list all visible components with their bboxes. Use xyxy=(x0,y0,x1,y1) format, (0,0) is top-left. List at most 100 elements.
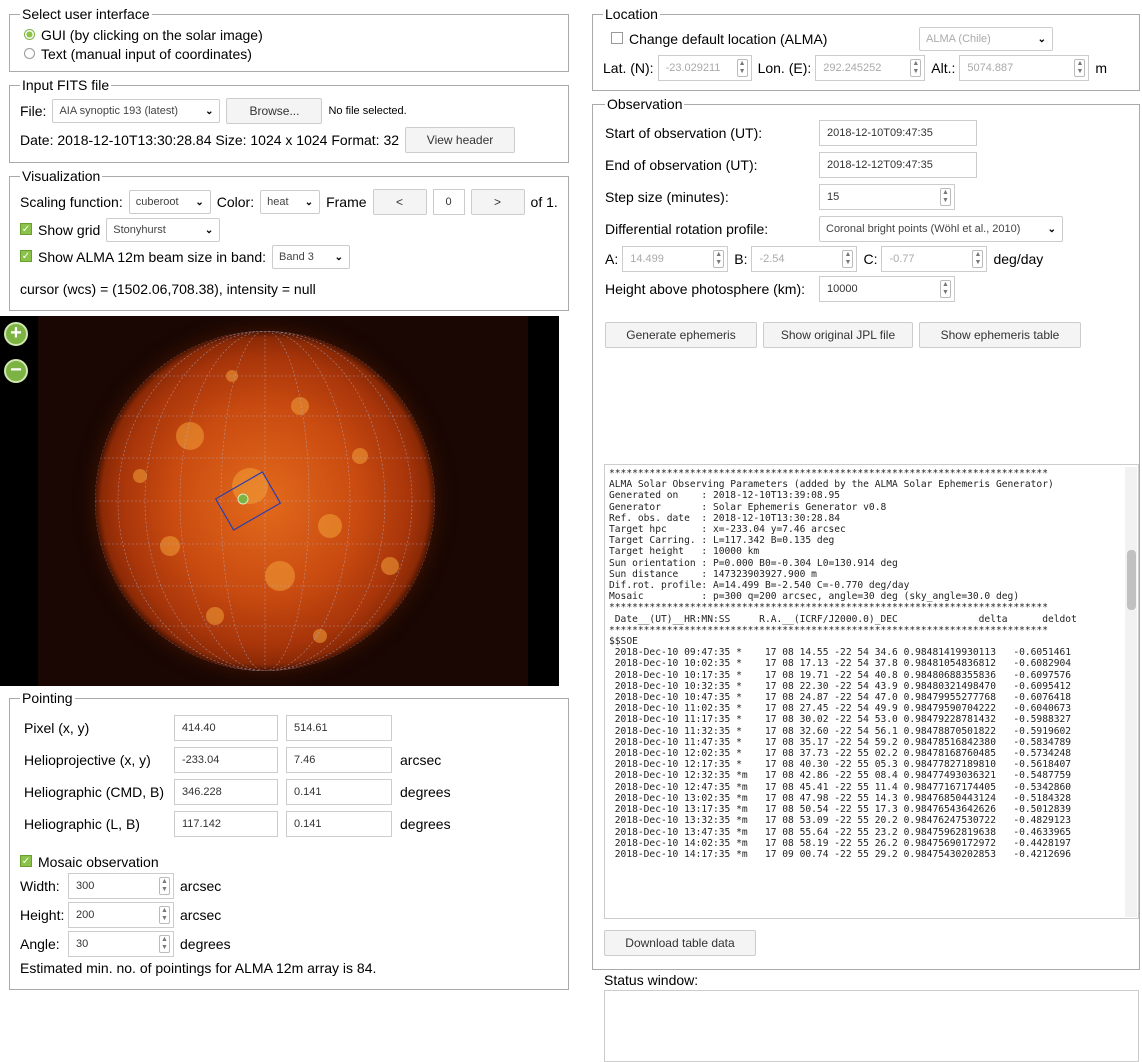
pointing-value-b[interactable]: 0.141 xyxy=(286,811,392,837)
spinner-arrows-icon[interactable]: ▲ ▼ xyxy=(910,59,922,77)
grid-select[interactable]: Stonyhurst ⌄ xyxy=(106,218,221,242)
show-jpl-button[interactable]: Show original JPL file xyxy=(763,322,913,348)
pointing-value-b[interactable]: 7.46 xyxy=(286,747,392,773)
ephemeris-textarea[interactable]: ****************************************… xyxy=(604,464,1139,919)
chevron-down-icon: ⌄ xyxy=(1047,223,1056,235)
height-photosphere-input[interactable]: 10000 ▲ ▼ xyxy=(819,276,955,302)
chevron-down-icon: ⌄ xyxy=(304,196,314,208)
end-input[interactable]: 2018-12-12T09:47:35 xyxy=(819,152,977,178)
color-value: heat xyxy=(267,196,289,208)
b-value: -2.54 xyxy=(759,253,785,265)
height-input[interactable]: 200 ▲ ▼ xyxy=(68,902,174,928)
status-window[interactable] xyxy=(604,990,1139,1062)
spinner-arrows-icon[interactable]: ▲ ▼ xyxy=(159,935,170,953)
width-unit: arcsec xyxy=(180,878,222,894)
location-legend: Location xyxy=(605,6,658,22)
show-grid-checkbox[interactable] xyxy=(20,223,32,235)
show-table-button[interactable]: Show ephemeris table xyxy=(919,322,1081,348)
height-unit: arcsec xyxy=(180,907,222,923)
height-value: 200 xyxy=(76,909,95,921)
b-input[interactable]: -2.54 ▲ ▼ xyxy=(751,246,858,272)
width-input[interactable]: 300 ▲ ▼ xyxy=(68,873,174,899)
spinner-arrows-icon[interactable]: ▲ ▼ xyxy=(940,188,951,206)
pointing-row-label: Heliographic (CMD, B) xyxy=(24,784,165,800)
band-value: Band 3 xyxy=(279,251,314,263)
alt-value: 5074.887 xyxy=(967,62,1014,74)
angle-input[interactable]: 30 ▲ ▼ xyxy=(68,931,174,957)
alt-unit: m xyxy=(1095,60,1108,76)
pointing-value-a[interactable]: 117.142 xyxy=(174,811,278,837)
show-grid-label: Show grid xyxy=(38,222,101,238)
spinner-arrows-icon[interactable]: ▲ ▼ xyxy=(842,250,854,268)
pointing-value-a[interactable]: 414.40 xyxy=(174,715,278,741)
color-select[interactable]: heat ⌄ xyxy=(260,190,321,214)
solar-image[interactable] xyxy=(0,316,559,686)
lat-value: -23.029211 xyxy=(665,62,721,74)
zoom-in-icon[interactable]: + xyxy=(4,322,28,346)
zoom-out-icon[interactable]: − xyxy=(4,359,28,383)
solar-image-map[interactable]: + − xyxy=(0,316,559,686)
c-input[interactable]: -0.77 ▲ ▼ xyxy=(881,246,988,272)
spinner-arrows-icon[interactable]: ▲ ▼ xyxy=(713,250,725,268)
generate-ephemeris-button[interactable]: Generate ephemeris xyxy=(605,322,757,348)
next-frame-button[interactable]: > xyxy=(470,189,525,215)
ephemeris-scroll-thumb[interactable] xyxy=(1127,550,1136,610)
visualization-group: Visualization Scaling function: cuberoot… xyxy=(9,168,569,311)
frame-input[interactable]: 0 xyxy=(432,189,465,215)
site-select[interactable]: ALMA (Chile) ⌄ xyxy=(919,27,1053,51)
band-select[interactable]: Band 3 ⌄ xyxy=(272,245,351,269)
input-fits-legend: Input FITS file xyxy=(22,77,110,93)
file-select[interactable]: AIA synoptic 193 (latest) ⌄ xyxy=(52,99,221,123)
pointing-legend: Pointing xyxy=(22,690,73,706)
mosaic-checkbox[interactable] xyxy=(20,855,32,867)
text-radio-label: Text (manual input of coordinates) xyxy=(41,46,252,62)
alt-input[interactable]: 5074.887 ▲ ▼ xyxy=(959,55,1090,81)
spinner-arrows-icon[interactable]: ▲ ▼ xyxy=(972,250,984,268)
spinner-arrows-icon[interactable]: ▲ ▼ xyxy=(159,877,170,895)
ephemeris-text: ****************************************… xyxy=(609,468,1077,860)
gui-radio[interactable]: GUI (by clicking on the solar image) xyxy=(24,27,560,43)
pointing-row-unit xyxy=(396,712,455,744)
radio-icon[interactable] xyxy=(24,28,35,40)
spinner-arrows-icon[interactable]: ▲ ▼ xyxy=(1074,59,1086,77)
pointing-row-unit: degrees xyxy=(400,784,451,800)
angle-label: Angle: xyxy=(20,936,60,952)
chevron-down-icon: ⌄ xyxy=(205,105,214,117)
pointing-row: Heliographic (CMD, B) 346.228 0.141 degrees xyxy=(20,776,455,808)
pointing-row: Pixel (x, y) 414.40 514.61 xyxy=(20,712,455,744)
spinner-arrows-icon[interactable]: ▲ ▼ xyxy=(159,906,170,924)
spinner-arrows-icon[interactable]: ▲ ▼ xyxy=(940,280,951,298)
pointing-value-a[interactable]: -233.04 xyxy=(174,747,278,773)
view-header-button[interactable]: View header xyxy=(405,127,516,153)
change-location-checkbox[interactable] xyxy=(611,32,623,44)
pointing-row: Helioprojective (x, y) -233.04 7.46 arcsec xyxy=(20,744,455,776)
a-input[interactable]: 14.499 ▲ ▼ xyxy=(622,246,729,272)
height-label: Height: xyxy=(20,907,65,923)
diff-rot-select[interactable]: Coronal bright points (Wöhl et al., 2010… xyxy=(819,216,1063,242)
spinner-arrows-icon[interactable]: ▲ ▼ xyxy=(736,59,748,77)
radio-icon[interactable] xyxy=(24,47,35,59)
pointing-value-a[interactable]: 346.228 xyxy=(174,779,278,805)
frame-label: Frame xyxy=(326,194,367,210)
pointing-value-b[interactable]: 0.141 xyxy=(286,779,392,805)
download-table-button[interactable]: Download table data xyxy=(604,930,756,956)
scaling-select[interactable]: cuberoot ⌄ xyxy=(128,190,211,214)
scaling-value: cuberoot xyxy=(135,196,179,208)
lat-input[interactable]: -23.029211 ▲ ▼ xyxy=(657,55,752,81)
lon-input[interactable]: 292.245252 ▲ ▼ xyxy=(815,55,926,81)
fits-date-line: Date: 2018-12-10T13:30:28.84 Size: 1024 … xyxy=(20,132,400,148)
step-input[interactable]: 15 ▲ ▼ xyxy=(819,184,955,210)
pointing-table: Pixel (x, y) 414.40 514.61 Helioprojective … xyxy=(20,712,455,840)
pointing-row-label: Heliographic (L, B) xyxy=(24,816,140,832)
browse-button[interactable]: Browse... xyxy=(226,98,323,124)
scaling-label: Scaling function: xyxy=(20,194,123,210)
observation-legend: Observation xyxy=(607,96,683,112)
pointing-value-b[interactable]: 514.61 xyxy=(286,715,392,741)
start-input[interactable]: 2018-12-10T09:47:35 xyxy=(819,120,977,146)
prev-frame-button[interactable]: < xyxy=(372,189,427,215)
text-radio[interactable]: Text (manual input of coordinates) xyxy=(24,46,560,62)
chevron-down-icon: ⌄ xyxy=(204,224,214,236)
ephemeris-scrollbar[interactable] xyxy=(1125,467,1137,917)
pointing-marker xyxy=(237,493,249,505)
show-beam-checkbox[interactable] xyxy=(20,250,32,262)
